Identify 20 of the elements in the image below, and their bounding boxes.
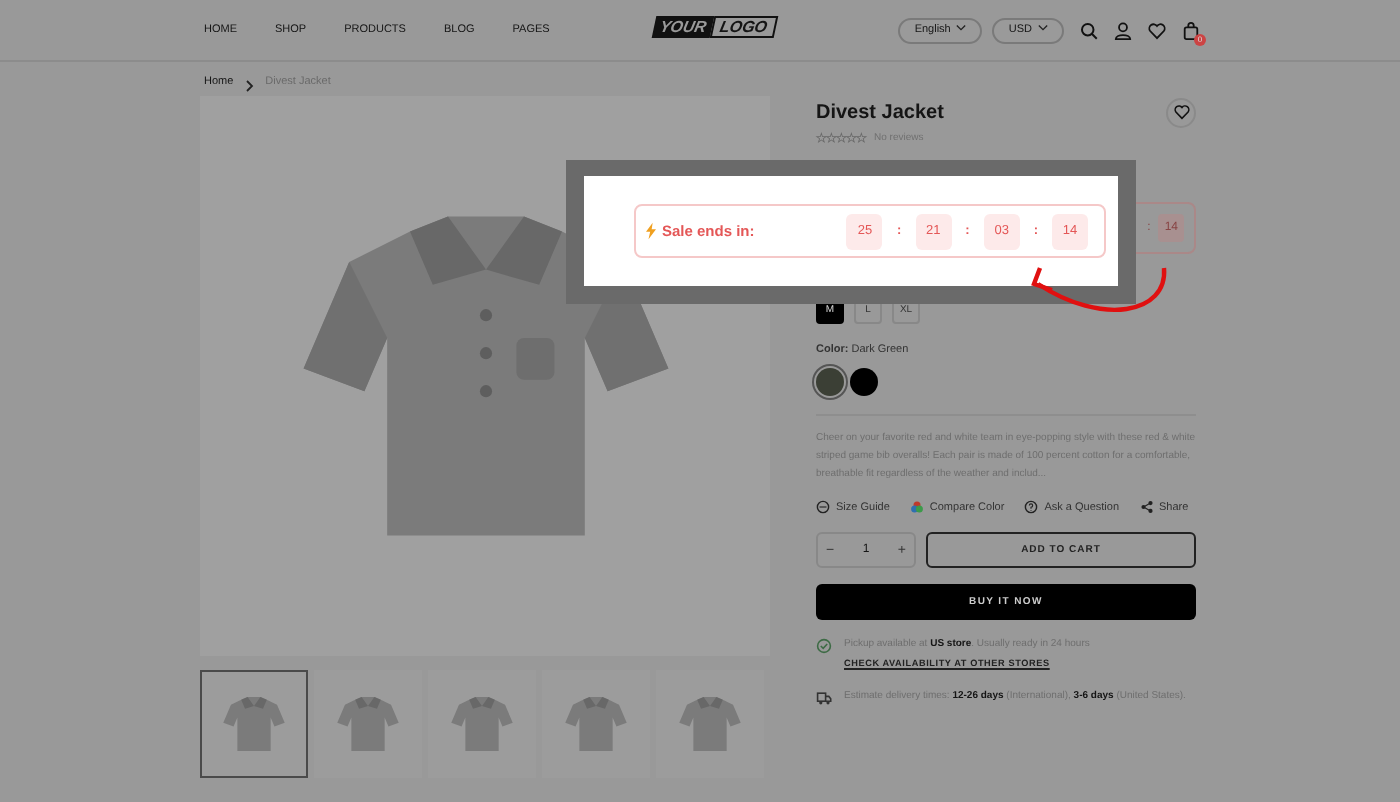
color-swatch[interactable] bbox=[816, 368, 844, 396]
bag-icon[interactable] bbox=[1182, 21, 1200, 39]
color-circles-icon bbox=[909, 500, 924, 514]
heart-icon[interactable] bbox=[1148, 21, 1166, 39]
question-icon bbox=[1024, 500, 1039, 514]
heart-icon bbox=[1173, 104, 1189, 120]
search-icon[interactable] bbox=[1080, 21, 1098, 39]
product-title: Divest Jacket bbox=[816, 101, 944, 123]
check-circle-icon bbox=[816, 638, 832, 654]
user-icon[interactable] bbox=[1114, 21, 1132, 39]
wishlist-button[interactable] bbox=[1166, 97, 1196, 127]
chevron-right-icon bbox=[245, 80, 254, 92]
truck-icon bbox=[816, 690, 832, 706]
lightning-icon bbox=[646, 222, 656, 240]
color-swatch[interactable] bbox=[850, 368, 878, 396]
chevron-down-icon bbox=[956, 24, 967, 32]
thumbnail[interactable] bbox=[200, 670, 308, 778]
share-icon bbox=[1139, 500, 1153, 514]
chevron-down-icon bbox=[1038, 24, 1048, 32]
curved-arrow bbox=[1031, 267, 1167, 312]
